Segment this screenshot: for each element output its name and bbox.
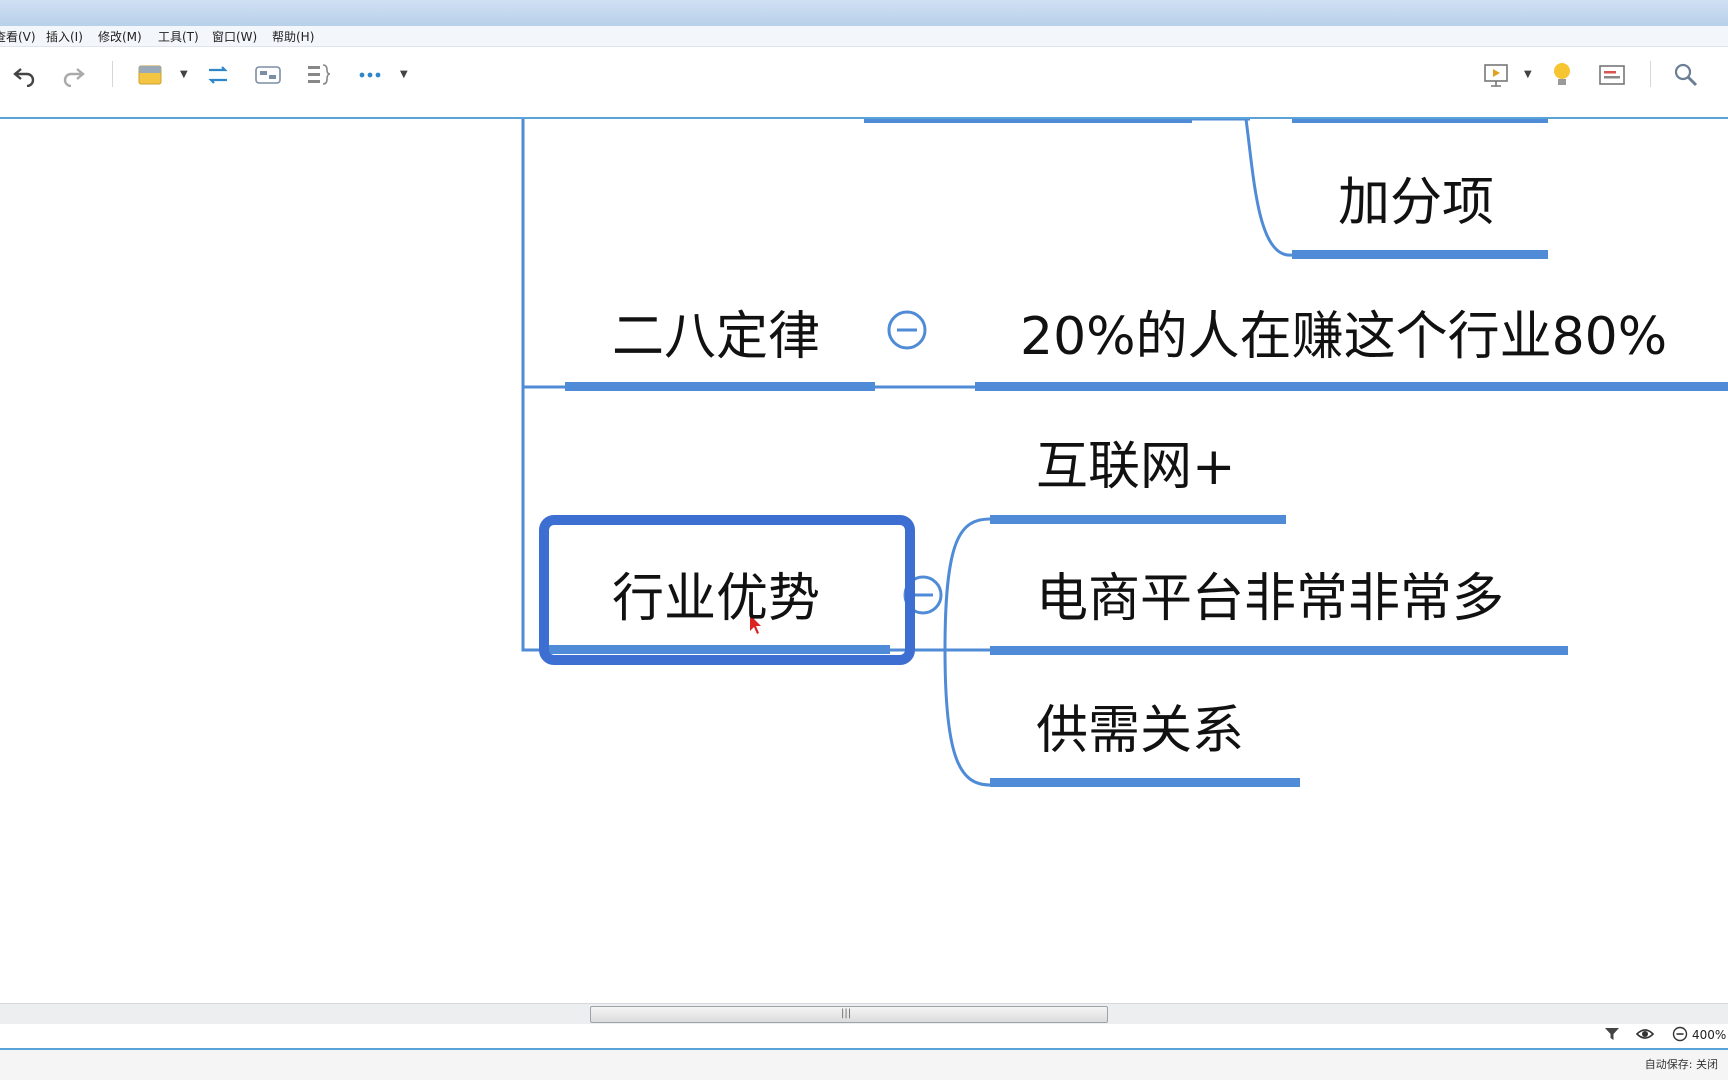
toolbar: ▼ ▼ ▼ (0, 47, 1728, 119)
presentation-icon[interactable] (1480, 59, 1512, 91)
save-dropdown-icon[interactable]: ▼ (180, 69, 188, 80)
boundary-icon[interactable] (252, 59, 284, 91)
menu-insert[interactable]: 插入(I) (46, 28, 83, 45)
zoom-out-icon[interactable] (1672, 1026, 1688, 1046)
idea-icon[interactable] (1546, 59, 1578, 91)
menu-tools[interactable]: 工具(T) (158, 28, 199, 45)
more-icon[interactable] (354, 59, 386, 91)
toolbar-separator (1650, 61, 1651, 87)
menu-modify[interactable]: 修改(M) (98, 28, 142, 45)
mindmap-canvas[interactable]: 加分项 二八定律 20%的人在赚这个行业80% 互联网+ 行业优势 电商平台非常… (0, 119, 1728, 1003)
status-bar-secondary: 自动保存: 关闭 (0, 1050, 1728, 1080)
redo-icon[interactable] (58, 59, 90, 91)
window-title-bar (0, 0, 1728, 27)
node-ecommerce-platforms[interactable]: 电商平台非常非常多 (1036, 569, 1504, 629)
horizontal-scrollbar[interactable]: ||| (0, 1003, 1728, 1024)
autosave-status[interactable]: 自动保存: 关闭 (1645, 1056, 1718, 1072)
menu-bar: 查看(V) 插入(I) 修改(M) 工具(T) 窗口(W) 帮助(H) (0, 26, 1728, 47)
mindmap-connectors (521, 119, 1728, 787)
status-bar: 400% (0, 1024, 1728, 1050)
search-icon[interactable] (1670, 59, 1702, 91)
eye-icon[interactable] (1635, 1026, 1655, 1046)
presentation-dropdown-icon[interactable]: ▼ (1524, 69, 1532, 80)
node-bonus[interactable]: 加分项 (1338, 173, 1494, 233)
summary-icon[interactable] (302, 59, 334, 91)
zoom-level[interactable]: 400% (1692, 1028, 1726, 1042)
filter-icon[interactable] (1604, 1026, 1620, 1046)
node-supply-demand[interactable]: 供需关系 (1036, 701, 1244, 761)
menu-window[interactable]: 窗口(W) (212, 28, 257, 45)
save-icon[interactable] (134, 59, 166, 91)
node-internet-plus[interactable]: 互联网+ (1036, 437, 1236, 497)
undo-icon[interactable] (8, 59, 40, 91)
toolbar-separator (112, 61, 113, 87)
more-dropdown-icon[interactable]: ▼ (400, 69, 408, 80)
menu-help[interactable]: 帮助(H) (272, 28, 314, 45)
outline-icon[interactable] (1596, 59, 1628, 91)
node-pareto-detail[interactable]: 20%的人在赚这个行业80% (1020, 307, 1667, 367)
node-industry-advantage[interactable]: 行业优势 (612, 569, 820, 629)
relationship-icon[interactable] (202, 59, 234, 91)
node-pareto-rule[interactable]: 二八定律 (612, 307, 820, 367)
menu-view[interactable]: 查看(V) (0, 28, 36, 45)
scrollbar-thumb[interactable]: ||| (590, 1006, 1108, 1023)
